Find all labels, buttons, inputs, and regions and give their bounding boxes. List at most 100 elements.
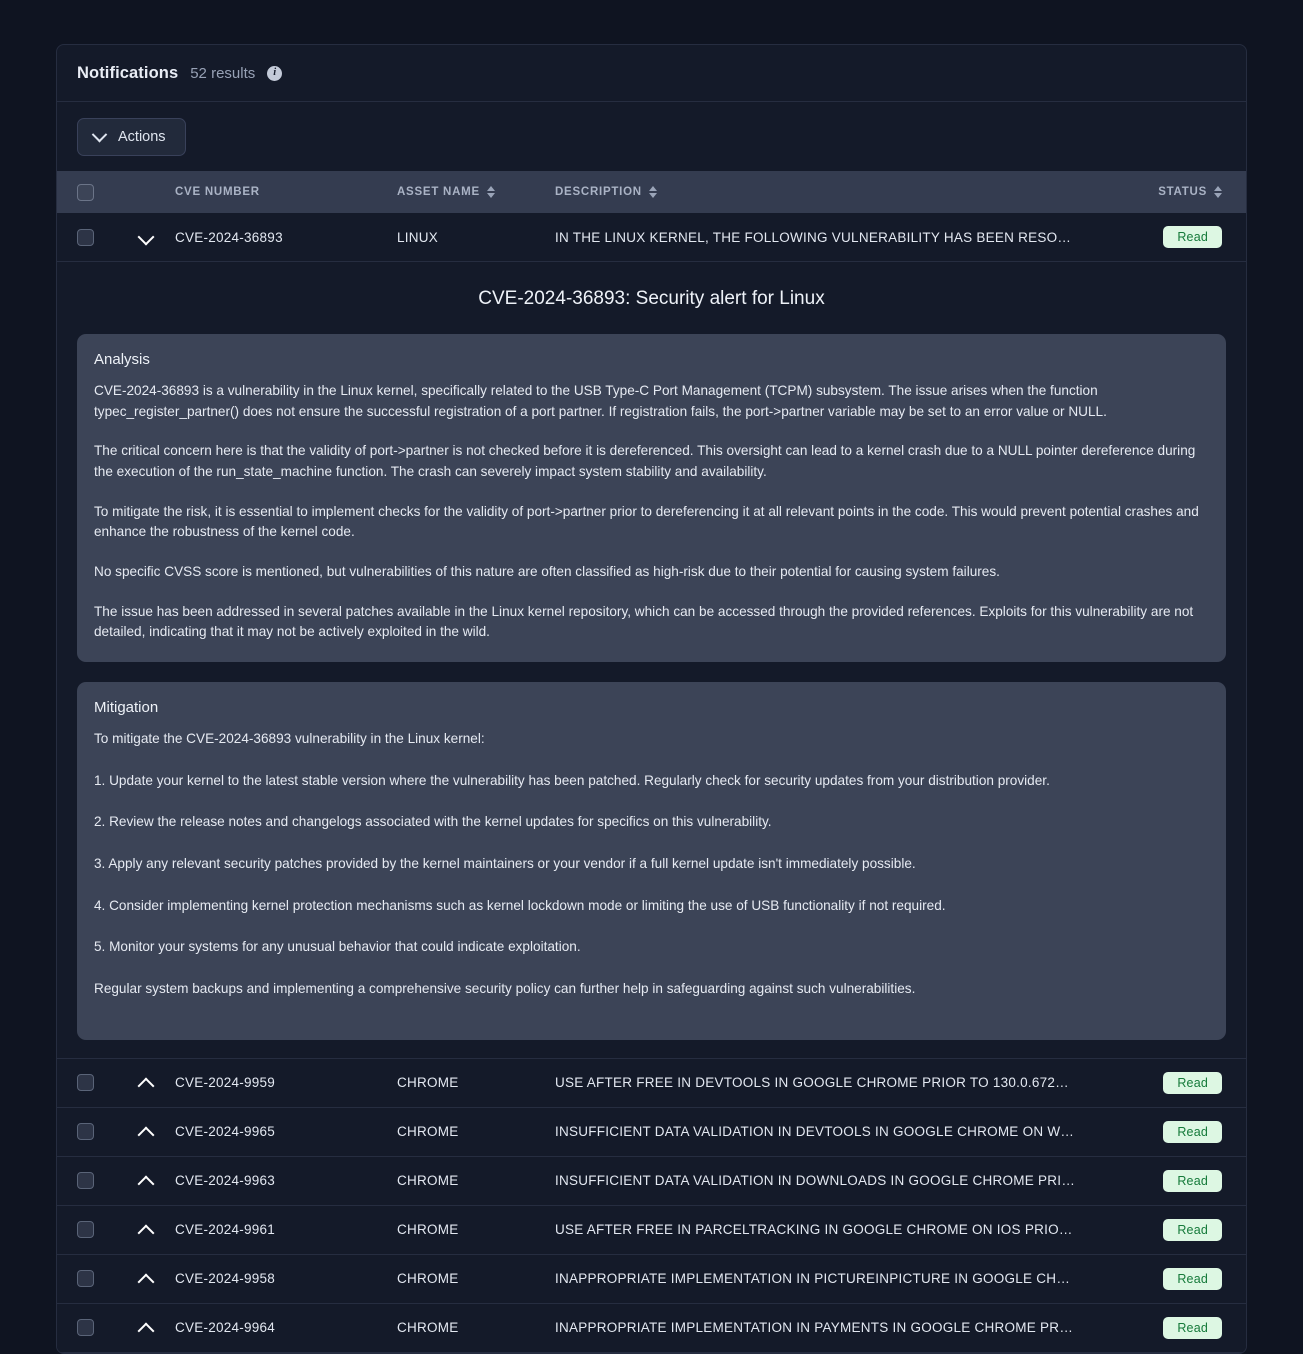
mitigation-paragraph: To mitigate the CVE-2024-36893 vulnerabi… [94, 730, 485, 746]
row-checkbox[interactable] [77, 1221, 94, 1238]
row-checkbox[interactable] [77, 1319, 94, 1336]
notifications-card: Notifications 52 results i Actions CVE N… [56, 44, 1247, 1354]
notifications-table: CVE NUMBER ASSET NAME DESCRIPTION STATUS [57, 171, 1246, 1353]
cell-status: Read [1076, 1120, 1226, 1143]
analysis-paragraph: CVE-2024-36893 is a vulnerability in the… [94, 383, 1107, 419]
page-title: Notifications [77, 64, 179, 82]
cell-status: Read [1076, 1071, 1226, 1094]
cell-cve: CVE-2024-9964 [175, 1320, 276, 1335]
cell-cve: CVE-2024-9958 [175, 1271, 276, 1286]
chevron-up-icon[interactable] [137, 1270, 155, 1288]
cell-asset: CHROME [397, 1173, 459, 1188]
sort-icon[interactable] [648, 186, 657, 198]
cell-asset: CHROME [397, 1271, 459, 1286]
cell-asset: CHROME [397, 1124, 459, 1139]
cell-status: Read [1076, 1316, 1226, 1339]
row-detail-panel: CVE-2024-36893: Security alert for Linux… [57, 262, 1246, 1059]
cell-status: Read [1076, 226, 1226, 248]
page-root: Notifications 52 results i Actions CVE N… [0, 0, 1303, 1354]
analysis-paragraph: No specific CVSS score is mentioned, but… [94, 563, 1000, 579]
mitigation-panel: Mitigation To mitigate the CVE-2024-3689… [77, 681, 1226, 1040]
column-header-description[interactable]: DESCRIPTION [555, 186, 1076, 198]
column-header-description-label: DESCRIPTION [555, 186, 642, 198]
row-checkbox[interactable] [77, 1270, 94, 1287]
table-row[interactable]: CVE-2024-36893 LINUX IN THE LINUX KERNEL… [57, 213, 1246, 262]
analysis-paragraph: The critical concern here is that the va… [94, 443, 1196, 479]
status-badge: Read [1163, 1071, 1222, 1094]
cell-cve: CVE-2024-9961 [175, 1222, 276, 1237]
table-row[interactable]: CVE-2024-9965 CHROME INSUFFICIENT DATA V… [57, 1107, 1246, 1157]
status-badge: Read [1163, 226, 1222, 248]
analysis-panel: Analysis CVE-2024-36893 is a vulnerabili… [77, 334, 1226, 662]
chevron-up-icon[interactable] [137, 1319, 155, 1337]
mitigation-paragraph: 5. Monitor your systems for any unusual … [94, 939, 581, 955]
row-expand-cell [117, 228, 175, 246]
cell-status: Read [1076, 1267, 1226, 1290]
mitigation-paragraph: 1. Update your kernel to the latest stab… [94, 772, 1050, 788]
row-checkbox[interactable] [77, 1074, 94, 1091]
analysis-paragraph: To mitigate the risk, it is essential to… [94, 503, 1199, 540]
cell-description: USE AFTER FREE IN PARCELTRACKING IN GOOG… [555, 1222, 1076, 1237]
table-row[interactable]: CVE-2024-9958 CHROME INAPPROPRIATE IMPLE… [57, 1254, 1246, 1304]
row-select-cell [57, 1221, 117, 1238]
row-checkbox[interactable] [77, 1123, 94, 1140]
row-checkbox[interactable] [77, 228, 94, 246]
cell-description: INAPPROPRIATE IMPLEMENTATION IN PICTUREI… [555, 1271, 1076, 1286]
select-all-checkbox[interactable] [77, 183, 94, 201]
row-expand-cell [117, 1270, 175, 1288]
status-badge: Read [1163, 1120, 1222, 1143]
row-expand-cell [117, 1221, 175, 1239]
column-header-cve[interactable]: CVE NUMBER [175, 186, 397, 198]
status-badge: Read [1163, 1267, 1222, 1290]
chevron-up-icon[interactable] [137, 1074, 155, 1092]
column-header-status[interactable]: STATUS [1076, 186, 1226, 198]
row-expand-cell [117, 1319, 175, 1337]
info-icon[interactable]: i [267, 66, 283, 81]
cell-description: INSUFFICIENT DATA VALIDATION IN DOWNLOAD… [555, 1173, 1076, 1188]
actions-button-label: Actions [118, 129, 166, 145]
cell-description: IN THE LINUX KERNEL, THE FOLLOWING VULNE… [555, 229, 1076, 245]
status-badge: Read [1163, 1218, 1222, 1241]
row-select-cell [57, 1270, 117, 1287]
card-header: Notifications 52 results i [57, 45, 1246, 102]
cell-status: Read [1076, 1218, 1226, 1241]
actions-button[interactable]: Actions [77, 118, 186, 156]
column-header-asset[interactable]: ASSET NAME [397, 186, 555, 198]
row-select-cell [57, 1074, 117, 1091]
cell-description: INSUFFICIENT DATA VALIDATION IN DEVTOOLS… [555, 1124, 1076, 1139]
cell-description: INAPPROPRIATE IMPLEMENTATION IN PAYMENTS… [555, 1320, 1076, 1335]
cell-cve: CVE-2024-9965 [175, 1124, 276, 1139]
mitigation-paragraph: Regular system backups and implementing … [94, 980, 916, 996]
row-expand-cell [117, 1123, 175, 1141]
row-select-cell [57, 1319, 117, 1336]
cell-asset: CHROME [397, 1320, 459, 1335]
sort-icon[interactable] [1214, 186, 1222, 198]
column-header-status-label: STATUS [1158, 186, 1207, 198]
chevron-up-icon[interactable] [137, 1172, 155, 1190]
table-row[interactable]: CVE-2024-9964 CHROME INAPPROPRIATE IMPLE… [57, 1303, 1246, 1353]
sort-icon[interactable] [486, 186, 495, 198]
table-row[interactable]: CVE-2024-9961 CHROME USE AFTER FREE IN P… [57, 1205, 1246, 1255]
cell-cve: CVE-2024-36893 [175, 229, 283, 245]
results-count: 52 results [190, 65, 256, 82]
analysis-paragraph: The issue has been addressed in several … [94, 603, 1194, 640]
toolbar: Actions [57, 102, 1246, 171]
row-expand-cell [117, 1172, 175, 1190]
chevron-down-icon[interactable] [137, 228, 155, 246]
cell-description: USE AFTER FREE IN DEVTOOLS IN GOOGLE CHR… [555, 1075, 1076, 1090]
table-row[interactable]: CVE-2024-9963 CHROME INSUFFICIENT DATA V… [57, 1156, 1246, 1206]
table-header-row: CVE NUMBER ASSET NAME DESCRIPTION STATUS [57, 171, 1246, 213]
column-header-asset-label: ASSET NAME [397, 186, 480, 198]
detail-title: CVE-2024-36893: Security alert for Linux [478, 288, 825, 309]
table-row[interactable]: CVE-2024-9959 CHROME USE AFTER FREE IN D… [57, 1058, 1246, 1108]
row-checkbox[interactable] [77, 1172, 94, 1189]
chevron-up-icon[interactable] [137, 1123, 155, 1141]
cell-status: Read [1076, 1169, 1226, 1192]
row-expand-cell [117, 1074, 175, 1092]
cell-asset: CHROME [397, 1075, 459, 1090]
mitigation-paragraph: 3. Apply any relevant security patches p… [94, 855, 916, 871]
row-select-cell [57, 1123, 117, 1140]
chevron-up-icon[interactable] [137, 1221, 155, 1239]
cell-asset: LINUX [397, 229, 439, 245]
mitigation-paragraph: 4. Consider implementing kernel protecti… [94, 897, 946, 913]
